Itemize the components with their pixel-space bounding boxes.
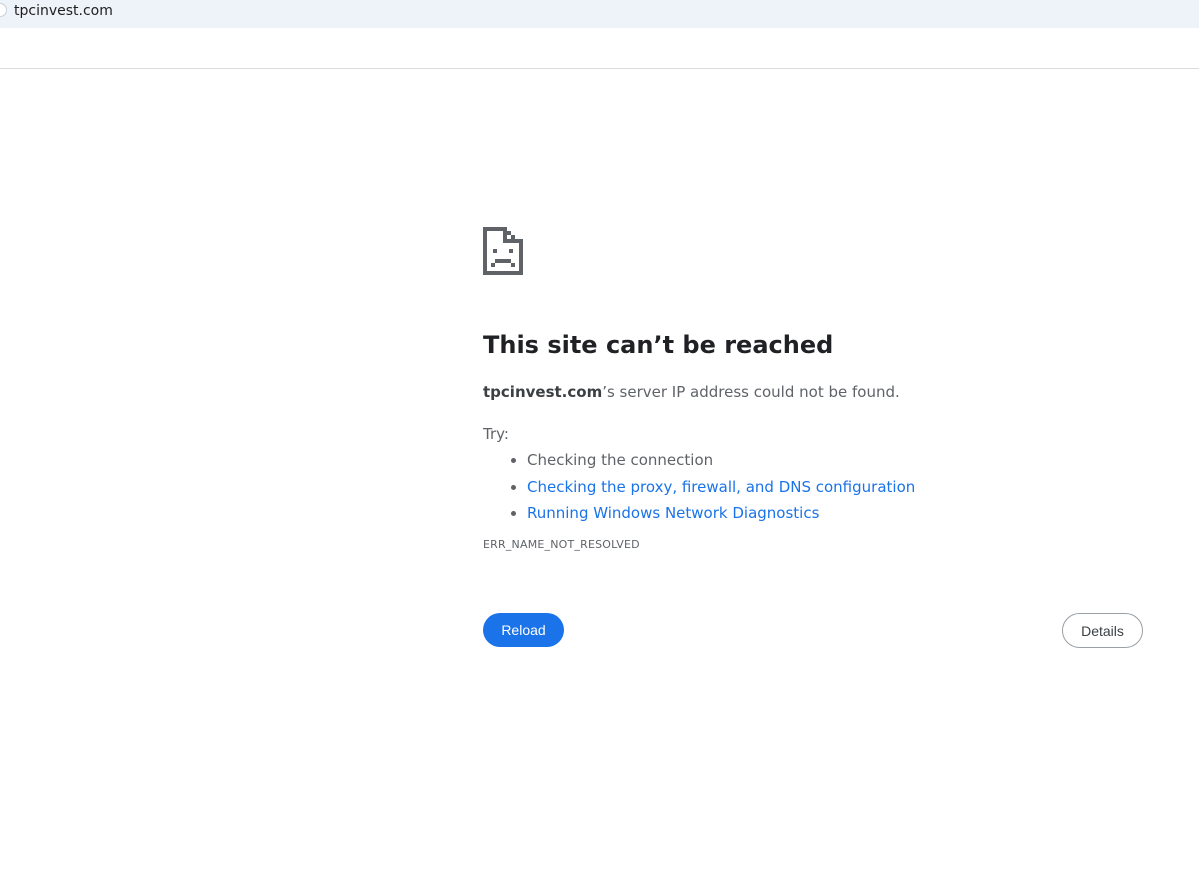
address-url[interactable]: tpcinvest.com <box>14 2 113 20</box>
error-summary: tpcinvest.com’s server IP address could … <box>483 382 1143 402</box>
suggestions-list: Checking the connection Checking the pro… <box>483 450 1143 523</box>
reload-button[interactable]: Reload <box>483 613 564 647</box>
site-info-icon[interactable] <box>0 3 7 17</box>
button-row: Reload Details <box>483 613 1143 649</box>
toolbar-strip <box>0 28 1199 69</box>
try-label: Try: <box>483 425 509 443</box>
error-domain: tpcinvest.com <box>483 383 603 401</box>
suggestion-network-diagnostics-link[interactable]: Running Windows Network Diagnostics <box>527 503 1143 523</box>
sad-page-icon <box>483 227 523 275</box>
error-summary-text: ’s server IP address could not be found. <box>602 383 900 401</box>
suggestion-check-connection: Checking the connection <box>527 450 1143 470</box>
address-bar[interactable]: tpcinvest.com <box>0 0 1199 28</box>
suggestion-check-proxy-link[interactable]: Checking the proxy, firewall, and DNS co… <box>527 477 1143 497</box>
error-content: This site can’t be reached tpcinvest.com… <box>483 227 1143 649</box>
details-button[interactable]: Details <box>1062 613 1143 648</box>
error-title: This site can’t be reached <box>483 331 834 359</box>
error-code: ERR_NAME_NOT_RESOLVED <box>483 538 640 551</box>
